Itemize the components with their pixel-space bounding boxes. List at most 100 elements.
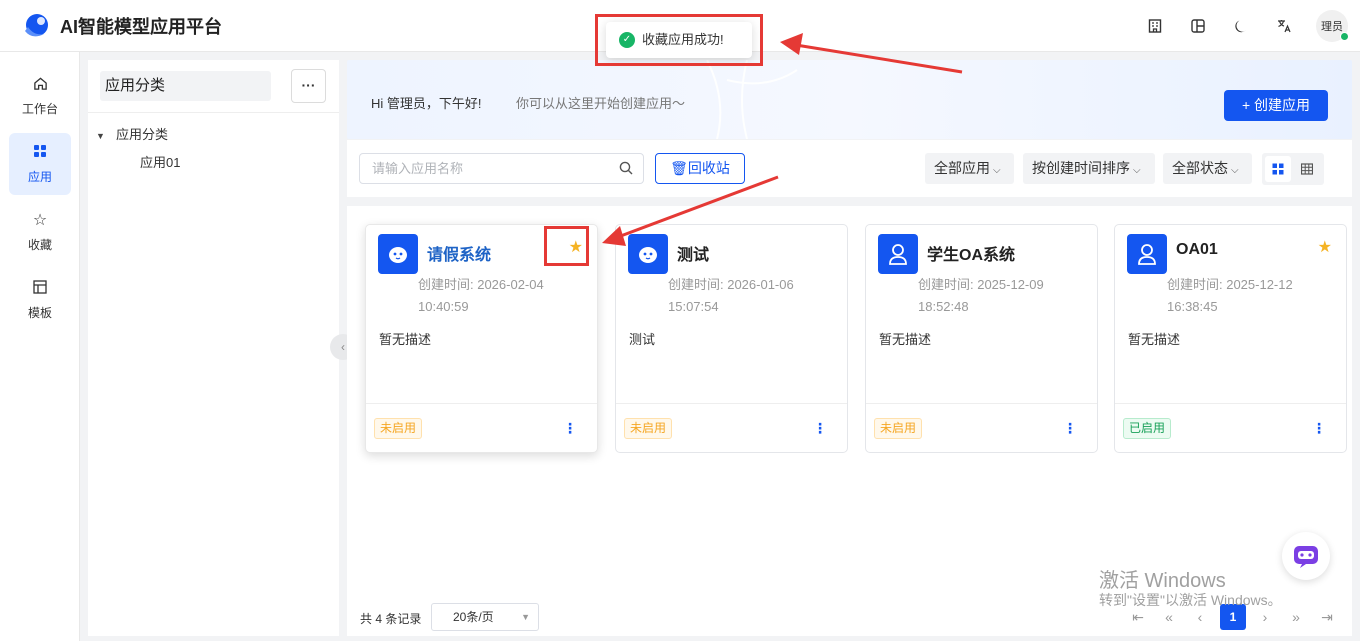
divider bbox=[616, 403, 847, 404]
tree-node-child[interactable]: 应用01 bbox=[140, 152, 180, 171]
nav-item-apps[interactable]: 应用 bbox=[9, 133, 71, 195]
divider bbox=[866, 403, 1097, 404]
category-header: 应用分类 bbox=[100, 71, 271, 101]
caret-down-icon[interactable]: ▼ bbox=[96, 131, 108, 141]
more-vertical-icon[interactable]: ⋮ bbox=[1063, 419, 1077, 437]
created-date: 创建时间: 2026-02-04 bbox=[418, 277, 544, 292]
recycle-bin-label: 回收站 bbox=[687, 160, 730, 176]
welcome-banner: Hi 管理员，下午好! 你可以从这里开始创建应用〜 + 创建应用 bbox=[347, 60, 1352, 139]
divider bbox=[88, 112, 339, 113]
created-date: 创建时间: 2025-12-12 bbox=[1167, 277, 1293, 292]
search-icon[interactable] bbox=[619, 161, 633, 175]
app-card-description: 测试 bbox=[629, 332, 656, 347]
caret-down-icon: ▼ bbox=[521, 612, 530, 622]
robot-icon bbox=[378, 234, 418, 274]
greeting-text: Hi 管理员，下午好! bbox=[371, 96, 482, 111]
divider bbox=[366, 403, 597, 404]
annotation-box-toast bbox=[595, 14, 763, 66]
tree-node-label: 应用分类 bbox=[116, 127, 169, 142]
windows-activation-hint: 转到"设置"以激活 Windows。 bbox=[1099, 592, 1282, 608]
created-clock: 15:07:54 bbox=[668, 299, 719, 314]
app-title: AI智能模型应用平台 bbox=[60, 16, 222, 37]
nav-item-workbench[interactable]: 工作台 bbox=[9, 65, 71, 127]
dropdown-value: 全部状态 bbox=[1172, 160, 1228, 176]
chatbot-icon bbox=[1294, 546, 1318, 568]
tree-node-root[interactable]: ▼ 应用分类 bbox=[96, 124, 168, 143]
building-icon[interactable] bbox=[1144, 15, 1166, 37]
chevron-down-icon: ⌵ bbox=[1231, 165, 1239, 176]
nav-label: 工作台 bbox=[21, 101, 58, 116]
user-avatar[interactable]: 理员 bbox=[1316, 10, 1349, 42]
created-clock: 10:40:59 bbox=[418, 299, 469, 314]
template-icon bbox=[33, 279, 47, 298]
status-badge: 已启用 bbox=[1123, 418, 1172, 439]
status-badge: 未启用 bbox=[874, 418, 923, 439]
created-clock: 16:38:45 bbox=[1167, 299, 1218, 314]
more-vertical-icon[interactable]: ⋮ bbox=[813, 419, 827, 437]
card-view-button[interactable] bbox=[1265, 156, 1291, 182]
user-name: 理员 bbox=[1321, 21, 1343, 33]
app-card-description: 暂无描述 bbox=[379, 332, 432, 347]
nav-label: 应用 bbox=[27, 169, 52, 184]
app-card-title[interactable]: 学生OA系统 bbox=[927, 241, 1015, 265]
star-filled-icon[interactable]: ★ bbox=[1318, 239, 1332, 257]
page-size-select[interactable]: 20条/页 ▼ bbox=[431, 603, 539, 631]
nav-label: 模板 bbox=[27, 305, 52, 320]
app-card-title[interactable]: OA01 bbox=[1176, 241, 1218, 259]
left-nav: 工作台 应用 ☆ 收藏 模板 bbox=[0, 52, 80, 641]
filter-bar: 🗑回收站 全部应用⌵ 按创建时间排序⌵ 全部状态⌵ bbox=[347, 140, 1352, 197]
star-icon: ☆ bbox=[32, 211, 48, 229]
chatbot-button[interactable] bbox=[1282, 532, 1330, 580]
dropdown-value: 按创建时间排序 bbox=[1032, 160, 1130, 176]
sort-dropdown[interactable]: 按创建时间排序 ⌵ bbox=[1023, 153, 1155, 184]
view-toggle bbox=[1262, 153, 1324, 185]
moon-icon[interactable] bbox=[1230, 15, 1252, 37]
page-size-value: 20条/页 bbox=[453, 610, 494, 624]
divider bbox=[1115, 403, 1346, 404]
status-badge: 未启用 bbox=[374, 418, 423, 439]
greeting-subtext: 你可以从这里开始创建应用〜 bbox=[516, 96, 686, 111]
category-more-button[interactable]: ··· bbox=[291, 69, 326, 103]
nav-item-favorites[interactable]: ☆ 收藏 bbox=[9, 201, 71, 263]
robot-icon bbox=[628, 234, 668, 274]
status-dropdown[interactable]: 全部状态 ⌵ bbox=[1163, 153, 1252, 184]
app-card[interactable]: 测试 创建时间: 2026-01-06 15:07:54 测试 未启用 ⋮ bbox=[615, 224, 848, 453]
grid-icon bbox=[33, 144, 47, 162]
online-status-dot bbox=[1340, 32, 1349, 41]
nav-item-templates[interactable]: 模板 bbox=[9, 269, 71, 331]
created-date: 创建时间: 2026-01-06 bbox=[668, 277, 794, 292]
user-icon bbox=[878, 234, 918, 274]
last-page-icon[interactable]: ⇥ bbox=[1314, 604, 1340, 630]
home-icon bbox=[33, 76, 48, 94]
more-vertical-icon[interactable]: ⋮ bbox=[1312, 419, 1326, 437]
translate-icon[interactable] bbox=[1273, 15, 1295, 37]
app-card-created-time: 创建时间: 2025-12-12 16:38:45 bbox=[1167, 274, 1337, 318]
app-logo-icon bbox=[22, 12, 50, 40]
table-view-button[interactable] bbox=[1294, 156, 1320, 182]
trash-icon: 🗑 bbox=[670, 160, 688, 176]
pagination-total: 共 4 条记录 bbox=[360, 612, 422, 626]
windows-activation-watermark: 激活 Windows bbox=[1099, 570, 1226, 592]
chevron-down-icon: ⌵ bbox=[1133, 165, 1141, 176]
chevron-down-icon: ⌵ bbox=[993, 165, 1001, 176]
app-type-dropdown[interactable]: 全部应用 ⌵ bbox=[925, 153, 1014, 184]
create-app-button[interactable]: + 创建应用 bbox=[1224, 90, 1328, 121]
app-card[interactable]: 学生OA系统 创建时间: 2025-12-09 18:52:48 暂无描述 未启… bbox=[865, 224, 1098, 453]
app-card-title[interactable]: 请假系统 bbox=[427, 241, 491, 265]
recycle-bin-button[interactable]: 🗑回收站 bbox=[655, 153, 745, 184]
app-card-created-time: 创建时间: 2025-12-09 18:52:48 bbox=[918, 274, 1088, 318]
category-panel: 应用分类 ··· ▼ 应用分类 应用01 bbox=[88, 60, 339, 636]
annotation-box-star bbox=[544, 226, 589, 266]
dropdown-value: 全部应用 bbox=[934, 160, 990, 176]
app-card-title[interactable]: 测试 bbox=[677, 241, 709, 265]
status-badge: 未启用 bbox=[624, 418, 673, 439]
layout-icon[interactable] bbox=[1187, 15, 1209, 37]
search-input[interactable] bbox=[360, 154, 600, 183]
created-clock: 18:52:48 bbox=[918, 299, 969, 314]
more-vertical-icon[interactable]: ⋮ bbox=[563, 419, 577, 437]
next-group-icon[interactable]: » bbox=[1283, 604, 1309, 630]
app-card-description: 暂无描述 bbox=[1128, 332, 1181, 347]
app-card[interactable]: OA01 ★ 创建时间: 2025-12-12 16:38:45 暂无描述 已启… bbox=[1114, 224, 1347, 453]
search-box bbox=[359, 153, 644, 184]
created-date: 创建时间: 2025-12-09 bbox=[918, 277, 1044, 292]
